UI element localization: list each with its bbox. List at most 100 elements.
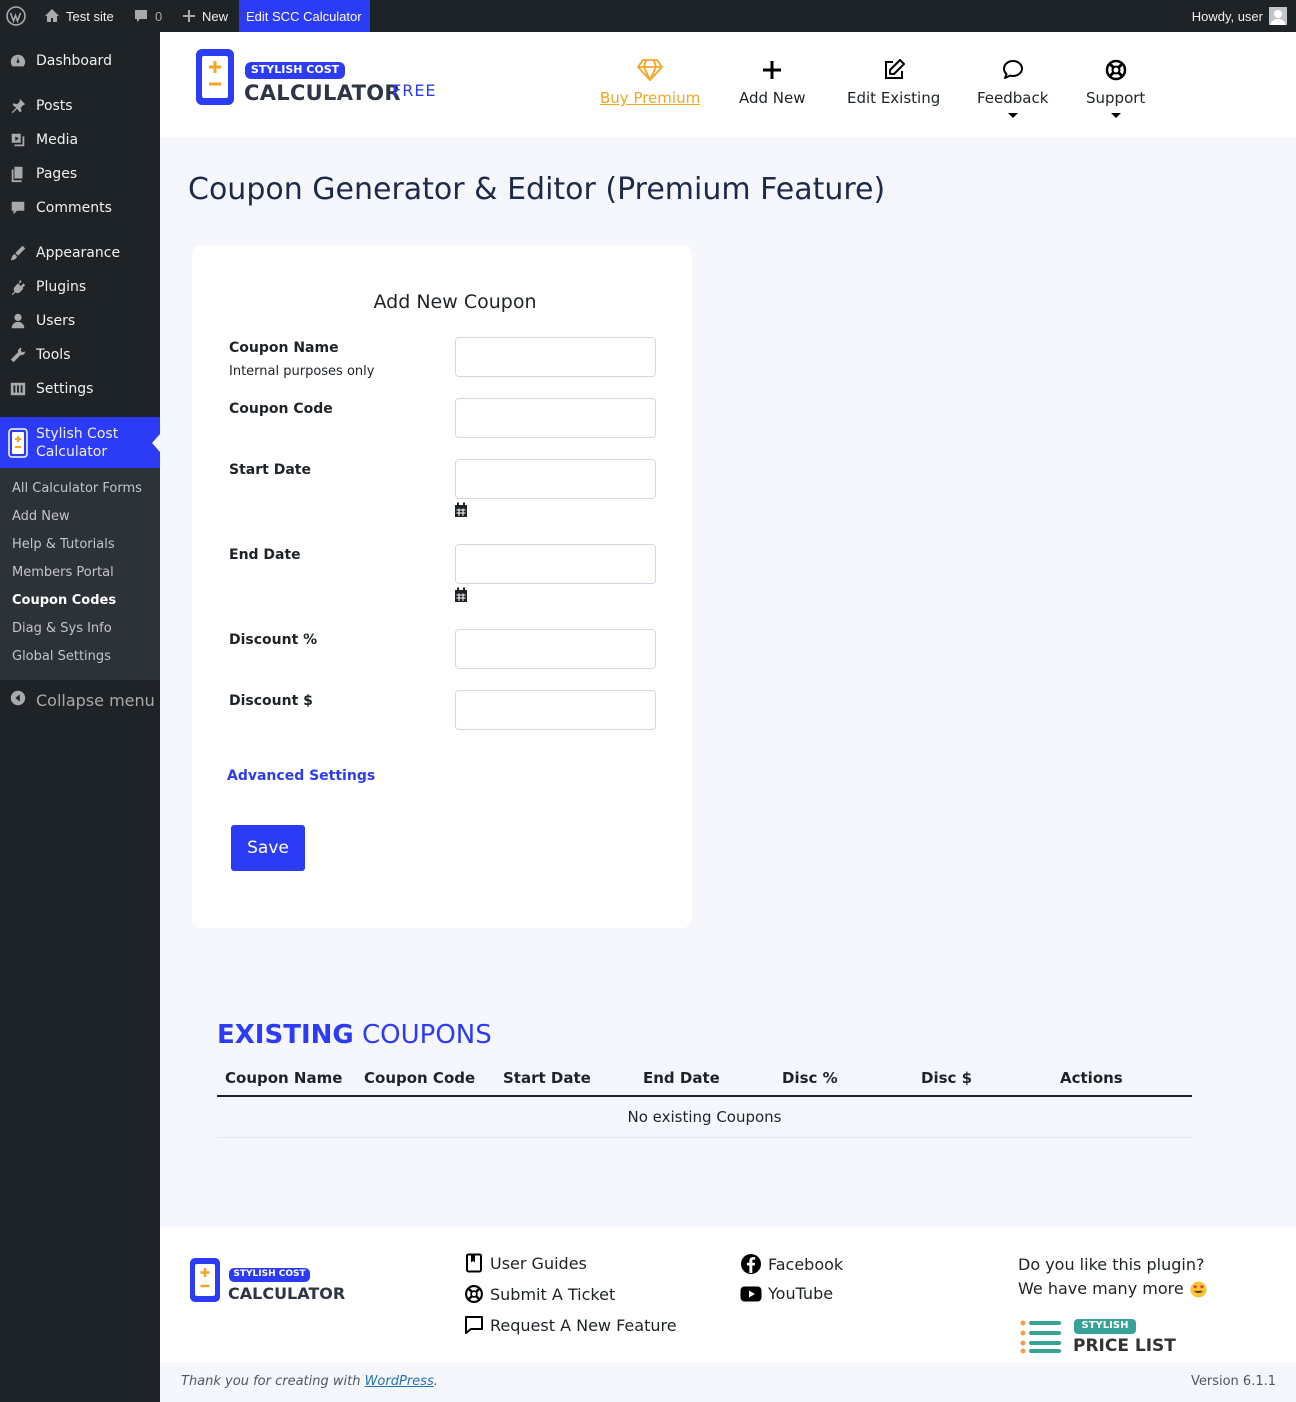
comment-icon [8,198,28,218]
coupon-name-input[interactable] [455,337,656,377]
caret-down-icon [1007,113,1018,118]
column-header-coupon-code[interactable]: Coupon Code [356,1060,495,1097]
coupon-name-hint: Internal purposes only [229,364,375,379]
wordpress-logo-icon[interactable] [6,0,26,32]
support-label: Support [1086,89,1146,107]
advanced-settings-link[interactable]: Advanced Settings [227,768,375,784]
sidebar-item-dashboard[interactable]: Dashboard [0,44,160,78]
discount-dollar-input[interactable] [455,690,656,730]
end-date-input[interactable] [455,544,656,584]
pricelist-badge: STYLISH [1081,1320,1129,1331]
sidebar-item-stylish-cost-calculator[interactable]: Stylish Cost Calculator [0,417,160,468]
sidebar-item-appearance[interactable]: Appearance [0,236,160,270]
submenu-item-help-tutorials[interactable]: Help & Tutorials [12,537,115,552]
buy-premium-link[interactable]: Buy Premium [600,57,700,107]
coupon-name-label: Coupon Name [229,340,339,356]
site-name-link[interactable]: Test site [44,0,114,32]
sidebar-item-media[interactable]: Media [0,123,160,157]
sidebar-item-tools[interactable]: Tools [0,338,160,372]
request-feature-link[interactable]: Request A New Feature [464,1315,677,1335]
plus-icon [762,57,782,83]
sidebar-item-posts[interactable]: Posts [0,89,160,123]
brush-icon [8,243,28,263]
support-dropdown[interactable]: Support [1086,57,1145,118]
column-header-start-date[interactable]: Start Date [495,1060,635,1097]
edit-icon [882,57,906,83]
submenu-item-all-calculator-forms[interactable]: All Calculator Forms [12,481,142,496]
sidebar-item-users[interactable]: Users [0,304,160,338]
page-title: Coupon Generator & Editor (Premium Featu… [188,172,886,207]
promo-line1: Do you like this plugin? [1018,1255,1205,1274]
wordpress-link[interactable]: WordPress [365,1374,434,1389]
add-new-link[interactable]: Add New [739,57,806,107]
promo-line2-row: We have many more [1018,1277,1207,1301]
comments-link[interactable]: 0 [133,0,162,32]
plugin-footer: STYLISH COST CALCULATOR User Guides Subm… [160,1227,1296,1362]
submenu: All Calculator Forms Add New Help & Tuto… [0,468,160,680]
submenu-item-members-portal[interactable]: Members Portal [12,565,114,580]
user-account-menu[interactable]: Howdy, user [1192,0,1287,32]
book-icon [466,1253,482,1273]
calculator-logo-icon [8,427,28,458]
save-button[interactable]: Save [231,825,305,871]
footer-version: Version 6.1.1 [1190,1374,1276,1389]
caret-down-icon [1110,113,1121,118]
edition-label: FREE [392,81,437,100]
facebook-link[interactable]: Facebook [740,1253,843,1275]
footer-thanks: Thank you for creating with WordPress. [181,1374,438,1389]
footer-logo[interactable]: STYLISH COST CALCULATOR [189,1257,345,1309]
stylish-price-list-logo[interactable]: STYLISH PRICE LIST [1020,1319,1180,1363]
submenu-item-add-new[interactable]: Add New [12,509,70,524]
column-header-disc-percent[interactable]: Disc % [774,1060,913,1097]
existing-coupons-section: EXISTING COUPONS Coupon Name Coupon Code… [192,980,1192,1184]
feedback-dropdown[interactable]: Feedback [977,57,1048,118]
active-arrow [152,434,160,452]
column-header-end-date[interactable]: End Date [635,1060,774,1097]
promo-line2: We have many more [1018,1279,1184,1298]
comments-count: 0 [155,8,163,24]
add-coupon-card: Add New Coupon Coupon Name Internal purp… [192,245,692,928]
sidebar-item-comments[interactable]: Comments [0,191,160,225]
edit-existing-link[interactable]: Edit Existing [847,57,940,107]
new-content-link[interactable]: New [182,0,228,32]
edit-calculator-link[interactable]: Edit SCC Calculator [239,0,370,32]
calendar-icon[interactable] [454,502,468,518]
heart-eyes-emoji-icon [1190,1280,1207,1298]
admin-bar: Test site 0 New Edit SCC Calculator Howd… [0,0,1296,32]
howdy-text: Howdy, user [1191,8,1263,24]
start-date-input[interactable] [455,459,656,499]
calendar-icon[interactable] [454,587,468,603]
facebook-icon [741,1254,761,1274]
add-new-label: Add New [739,89,806,107]
submenu-item-coupon-codes[interactable]: Coupon Codes [12,593,116,608]
collapse-menu-button[interactable]: Collapse menu [0,683,160,717]
start-date-label: Start Date [229,462,311,478]
column-header-coupon-name[interactable]: Coupon Name [217,1060,356,1097]
submit-ticket-link[interactable]: Submit A Ticket [464,1284,615,1304]
title-rest: COUPONS [361,1020,492,1050]
comment-icon [135,10,147,22]
card-title: Add New Coupon [373,291,537,313]
discount-percent-input[interactable] [455,629,656,669]
footer-logo-badge: STYLISH COST [233,1269,306,1279]
sidebar-item-pages[interactable]: Pages [0,157,160,191]
column-header-disc-dollar[interactable]: Disc $ [913,1060,1052,1097]
edit-existing-label: Edit Existing [847,89,941,107]
diamond-icon [637,57,663,83]
coupon-code-input[interactable] [455,398,656,438]
plugin-header: STYLISH COST CALCULATOR FREE Buy Premium… [160,32,1296,137]
sidebar-item-plugins[interactable]: Plugins [0,270,160,304]
coupon-code-label: Coupon Code [229,401,333,417]
discount-dollar-label: Discount $ [229,693,313,709]
home-icon [45,9,59,22]
speech-bubble-icon [1002,57,1024,83]
sidebar-item-settings[interactable]: Settings [0,372,160,406]
existing-coupons-title: EXISTING COUPONS [217,1020,492,1050]
submenu-item-global-settings[interactable]: Global Settings [12,649,111,664]
user-guides-link[interactable]: User Guides [464,1253,587,1273]
submenu-item-diag-sys-info[interactable]: Diag & Sys Info [12,621,112,636]
youtube-link[interactable]: YouTube [740,1284,833,1303]
lifebuoy-icon [465,1285,483,1303]
coupons-table: Coupon Name Coupon Code Start Date End D… [217,1060,1192,1138]
plugin-logo[interactable]: STYLISH COST CALCULATOR [195,48,401,112]
